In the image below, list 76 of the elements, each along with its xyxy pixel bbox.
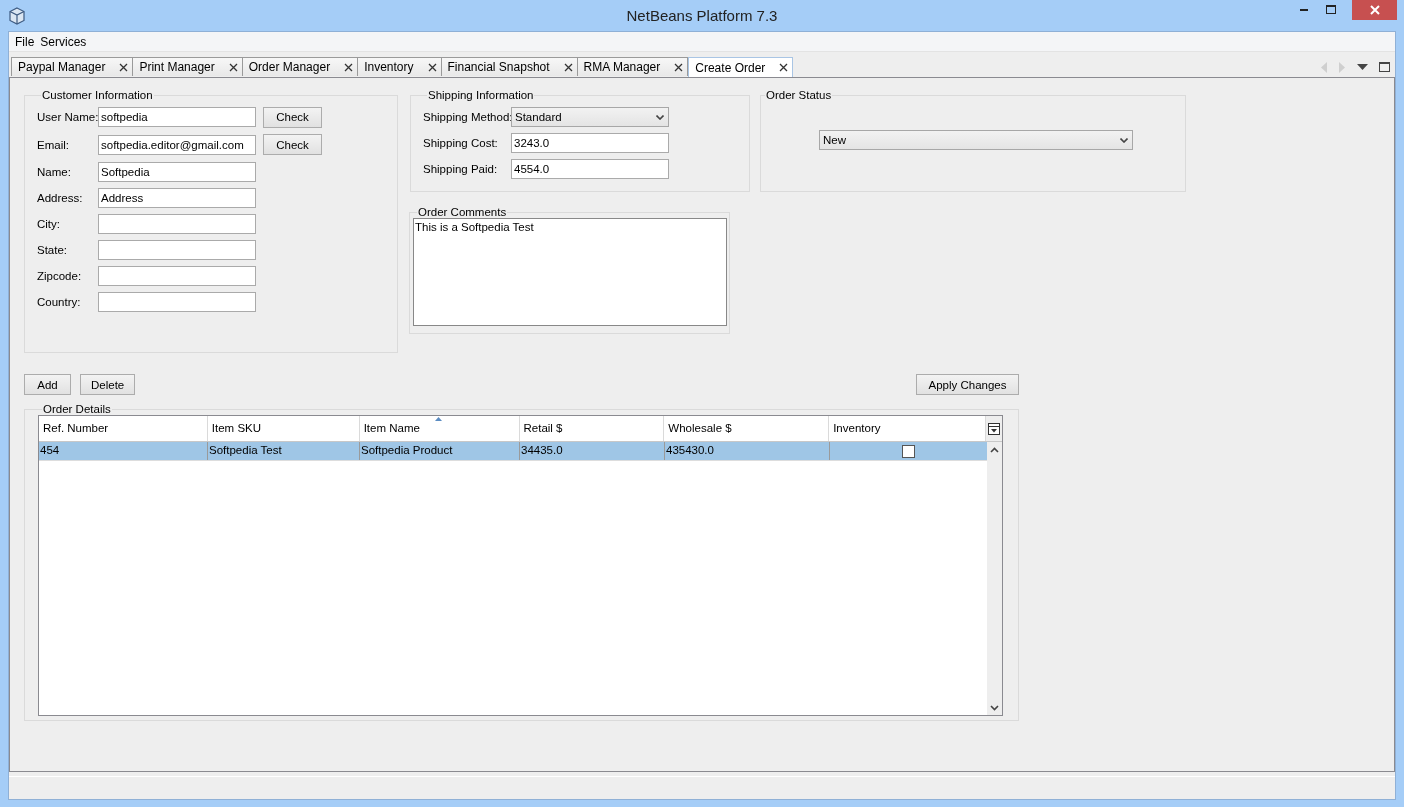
input-field[interactable]: 4554.0: [511, 159, 669, 179]
input-field[interactable]: softpedia: [98, 107, 256, 127]
apply-changes-button[interactable]: Apply Changes: [916, 374, 1019, 395]
column-chooser-icon[interactable]: [988, 422, 1000, 435]
close-icon: [1368, 4, 1381, 16]
column-header[interactable]: Ref. Number: [39, 416, 208, 441]
minimize-icon: [1297, 8, 1310, 12]
checkbox[interactable]: [902, 444, 915, 458]
menu-item[interactable]: Services: [37, 34, 90, 49]
close-icon[interactable]: [119, 62, 129, 72]
scrollbar[interactable]: [987, 442, 1002, 715]
input-field[interactable]: [98, 214, 256, 234]
close-icon[interactable]: [674, 62, 684, 72]
section-title: Customer Information: [41, 89, 154, 101]
field-label: Country:: [37, 296, 82, 308]
section-title: Order Status: [765, 89, 833, 101]
cube-icon: [9, 6, 25, 25]
field-label: Address:: [37, 192, 84, 204]
document-tab[interactable]: Order Manager: [242, 57, 359, 76]
column-header[interactable]: Wholesale $: [664, 416, 830, 441]
input-field[interactable]: [98, 240, 256, 260]
field-label: City:: [37, 218, 61, 230]
dropdown-arrow-icon[interactable]: [1357, 64, 1368, 70]
document-tab[interactable]: Financial Snapshot: [441, 57, 578, 76]
action-button[interactable]: Delete: [80, 374, 136, 395]
maximize-icon[interactable]: [1379, 62, 1390, 72]
scroll-up-icon[interactable]: [990, 447, 999, 453]
table-cell: 435430.0: [665, 442, 830, 460]
close-button[interactable]: [1352, 0, 1397, 20]
dropdown[interactable]: Standard: [511, 107, 669, 127]
field-label: Shipping Paid:: [423, 163, 499, 175]
field-label: Shipping Cost:: [423, 137, 499, 149]
table-cell: Softpedia Test: [208, 442, 360, 460]
table-row[interactable]: 454 Softpedia Test Softpedia Product 34435.0 435430.0: [39, 442, 987, 461]
table-cell: 454: [39, 442, 208, 460]
window-title: NetBeans Platform 7.3: [626, 7, 778, 24]
table-cell: Softpedia Product: [360, 442, 520, 460]
comments-textarea[interactable]: This is a Softpedia Test: [413, 218, 727, 326]
input-field[interactable]: [98, 292, 256, 312]
document-tab[interactable]: Print Manager: [133, 57, 243, 76]
document-tab[interactable]: Inventory: [358, 57, 442, 76]
field-label: Name:: [37, 166, 72, 178]
column-header[interactable]: Retail $: [519, 416, 665, 441]
field-label: User Name:: [37, 111, 98, 123]
table-cell: 34435.0: [520, 442, 665, 460]
input-field[interactable]: [98, 266, 256, 286]
input-field[interactable]: Address: [98, 188, 256, 208]
close-icon[interactable]: [344, 62, 354, 72]
chevron-down-icon: [656, 114, 664, 120]
dropdown[interactable]: New: [819, 130, 1133, 150]
input-field[interactable]: 3243.0: [511, 133, 669, 153]
column-header[interactable]: Item SKU: [207, 416, 360, 441]
close-icon[interactable]: [228, 62, 238, 72]
action-button[interactable]: Add: [24, 374, 71, 395]
section-title: Shipping Information: [427, 89, 535, 101]
input-field[interactable]: Softpedia: [98, 162, 256, 182]
check-button[interactable]: Check: [263, 106, 322, 128]
field-label: State:: [37, 244, 69, 256]
field-label: Email:: [37, 138, 70, 151]
document-tab[interactable]: Create Order: [688, 57, 794, 77]
close-icon[interactable]: [563, 62, 573, 72]
chevron-down-icon: [1120, 137, 1128, 143]
scroll-down-icon[interactable]: [990, 705, 999, 711]
document-tab[interactable]: RMA Manager: [577, 57, 689, 76]
menu-item[interactable]: File: [12, 34, 38, 49]
input-field[interactable]: softpedia.editor@gmail.com: [98, 134, 256, 155]
section-title: Order Comments: [417, 206, 508, 218]
maximize-icon: [1324, 4, 1337, 16]
close-icon[interactable]: [427, 62, 437, 72]
close-icon[interactable]: [779, 63, 789, 72]
document-tab[interactable]: Paypal Manager: [11, 57, 134, 76]
column-header[interactable]: Item Name: [359, 416, 520, 441]
section-title: Order Details: [42, 403, 112, 415]
check-button[interactable]: Check: [263, 134, 322, 155]
field-label: Shipping Method:: [423, 111, 511, 123]
field-label: Zipcode:: [37, 270, 83, 282]
